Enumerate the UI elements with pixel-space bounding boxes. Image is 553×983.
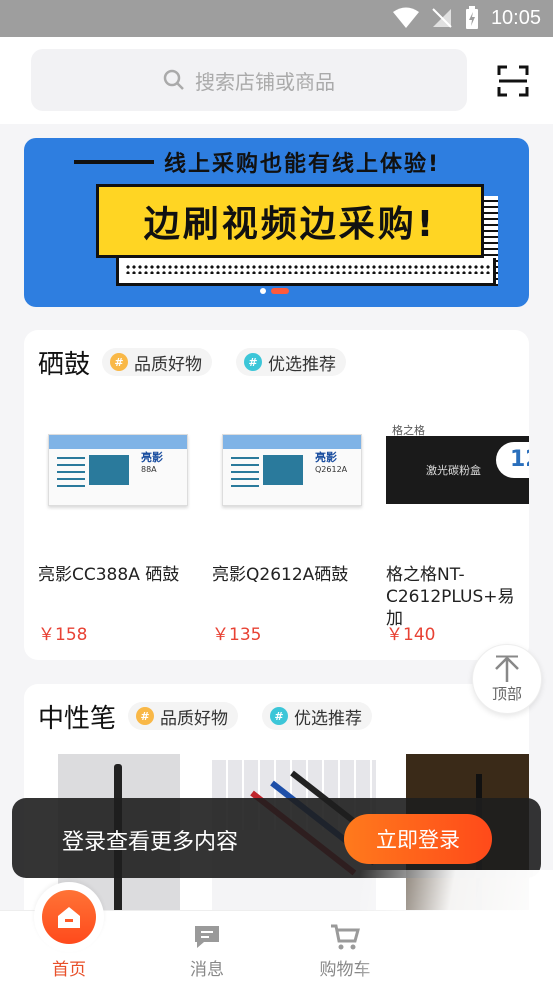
main-content: 线上采购也能有线上体验! 边刷视频边采购! 硒鼓 # 品质好物 # 优选推荐 亮… (0, 124, 553, 910)
box-logo: 亮影 (141, 451, 163, 464)
product-image: 亮影 Q2612A (212, 424, 368, 516)
hash-icon: # (270, 707, 288, 725)
banner-decor-line (74, 160, 154, 164)
box-text: 激光碳粉盒 (426, 464, 481, 477)
tab-label: 消息 (190, 960, 224, 980)
banner-headline: 边刷视频边采购! (96, 184, 484, 258)
product-name: 亮影CC388A 硒鼓 (38, 565, 180, 585)
banner-subtitle: 线上采购也能有线上体验! (164, 152, 441, 177)
tag-recommend[interactable]: # 优选推荐 (262, 702, 372, 730)
home-icon-button[interactable] (42, 890, 96, 944)
tag-quality[interactable]: # 品质好物 (128, 702, 238, 730)
edge-fade-overlay (360, 870, 553, 983)
status-time: 10:05 (490, 6, 541, 29)
header: 搜索店铺或商品 (0, 37, 553, 124)
no-signal-icon (432, 8, 452, 28)
tag-label: 品质好物 (134, 354, 202, 375)
tag-quality[interactable]: # 品质好物 (102, 348, 212, 376)
hash-icon: # (244, 353, 262, 371)
login-prompt: 登录查看更多内容 立即登录 (12, 798, 541, 878)
search-placeholder: 搜索店铺或商品 (195, 69, 335, 94)
product-image: 亮影 88A (38, 424, 194, 516)
back-to-top-label: 顶部 (491, 684, 522, 703)
indicator-dot-active (271, 288, 289, 294)
product-price: ￥135 (212, 625, 262, 645)
tag-label: 品质好物 (160, 708, 228, 729)
home-icon (58, 907, 80, 928)
search-input[interactable]: 搜索店铺或商品 (31, 49, 467, 111)
tab-label: 首页 (52, 960, 86, 980)
tag-label: 优选推荐 (268, 354, 336, 375)
product-card[interactable]: 亮影 88A 亮影CC388A 硒鼓 ￥158 (38, 424, 198, 645)
status-bar: 10:05 (0, 0, 553, 37)
banner-indicator (260, 288, 289, 294)
login-prompt-text: 登录查看更多内容 (62, 830, 239, 855)
battery-charging-icon (465, 6, 478, 29)
section-title: 中性笔 (38, 704, 117, 734)
arrow-up-icon (495, 655, 519, 682)
product-price: ￥140 (386, 625, 436, 645)
box-logo: 亮影 (315, 451, 337, 464)
back-to-top-button[interactable]: 顶部 (472, 644, 542, 714)
tag-recommend[interactable]: # 优选推荐 (236, 348, 346, 376)
indicator-dot (260, 288, 266, 294)
message-icon (195, 926, 219, 948)
tab-messages[interactable]: 消息 (157, 911, 257, 983)
product-card[interactable]: 格之格 激光碳粉盒 12 格之格NT-C2612PLUS+易加 ￥140 (386, 424, 529, 645)
product-name: 亮影Q2612A硒鼓 (212, 565, 349, 585)
section-toner: 硒鼓 # 品质好物 # 优选推荐 亮影 88A 亮影CC388A 硒鼓 ￥158 (24, 330, 529, 660)
box-number: 12 (496, 442, 529, 478)
box-label: Q2612A (315, 465, 348, 474)
promo-banner[interactable]: 线上采购也能有线上体验! 边刷视频边采购! (24, 138, 529, 307)
wifi-icon (392, 7, 419, 28)
box-logo: 格之格 (392, 424, 425, 437)
tag-label: 优选推荐 (294, 708, 362, 729)
banner-decor-base (116, 258, 496, 286)
section-title: 硒鼓 (38, 350, 91, 380)
box-label: 88A (141, 465, 157, 474)
product-image: 格之格 激光碳粉盒 12 (386, 424, 529, 516)
product-price: ￥158 (38, 625, 88, 645)
scan-icon[interactable] (497, 65, 529, 97)
search-icon (163, 69, 184, 90)
login-button[interactable]: 立即登录 (344, 814, 492, 864)
product-card[interactable]: 亮影 Q2612A 亮影Q2612A硒鼓 ￥135 (212, 424, 372, 645)
hash-icon: # (110, 353, 128, 371)
cart-icon (331, 924, 360, 950)
hash-icon: # (136, 707, 154, 725)
